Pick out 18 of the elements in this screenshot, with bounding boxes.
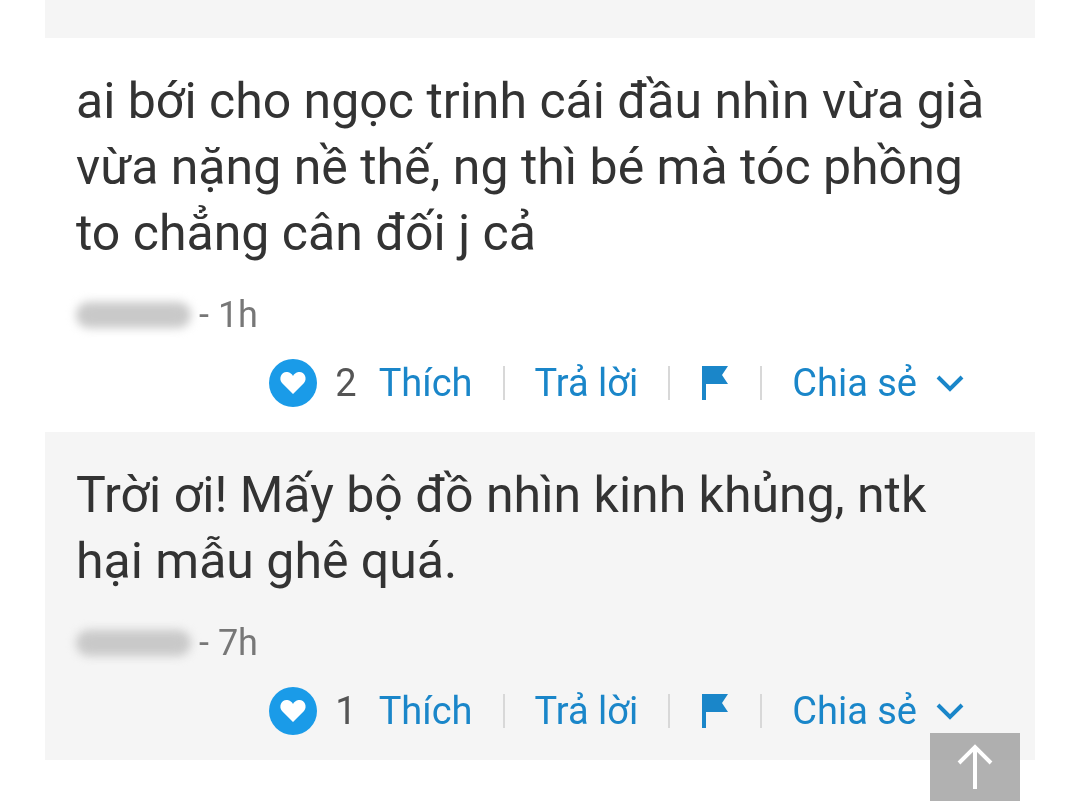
- flag-icon[interactable]: [700, 692, 731, 730]
- flag-icon[interactable]: [700, 364, 731, 402]
- like-button[interactable]: Thích: [378, 354, 473, 412]
- reply-button[interactable]: Trả lời: [534, 682, 639, 740]
- comment-time: - 7h: [199, 621, 258, 666]
- like-button[interactable]: Thích: [378, 682, 473, 740]
- share-button[interactable]: Chia sẻ: [792, 354, 965, 412]
- chevron-down-icon: [935, 373, 965, 393]
- reply-button[interactable]: Trả lời: [534, 354, 639, 412]
- like-count: 2: [335, 359, 357, 407]
- chevron-down-icon: [935, 701, 965, 721]
- like-count: 1: [335, 687, 357, 735]
- scroll-to-top-button[interactable]: [930, 733, 1020, 801]
- arrow-up-icon: [955, 743, 995, 791]
- comment-text: ai bới cho ngọc trinh cái đầu nhìn vừa già vừa nặng nề thế, ng thì bé mà tóc phồng to chẳng cân đối j cả: [76, 71, 986, 264]
- comment-text: Trời ơi! Mấy bộ đồ nhìn kinh khủng, ntk hại mẫu ghê quá.: [76, 465, 928, 592]
- share-button[interactable]: Chia sẻ: [792, 682, 965, 740]
- comment-time: - 1h: [199, 293, 258, 338]
